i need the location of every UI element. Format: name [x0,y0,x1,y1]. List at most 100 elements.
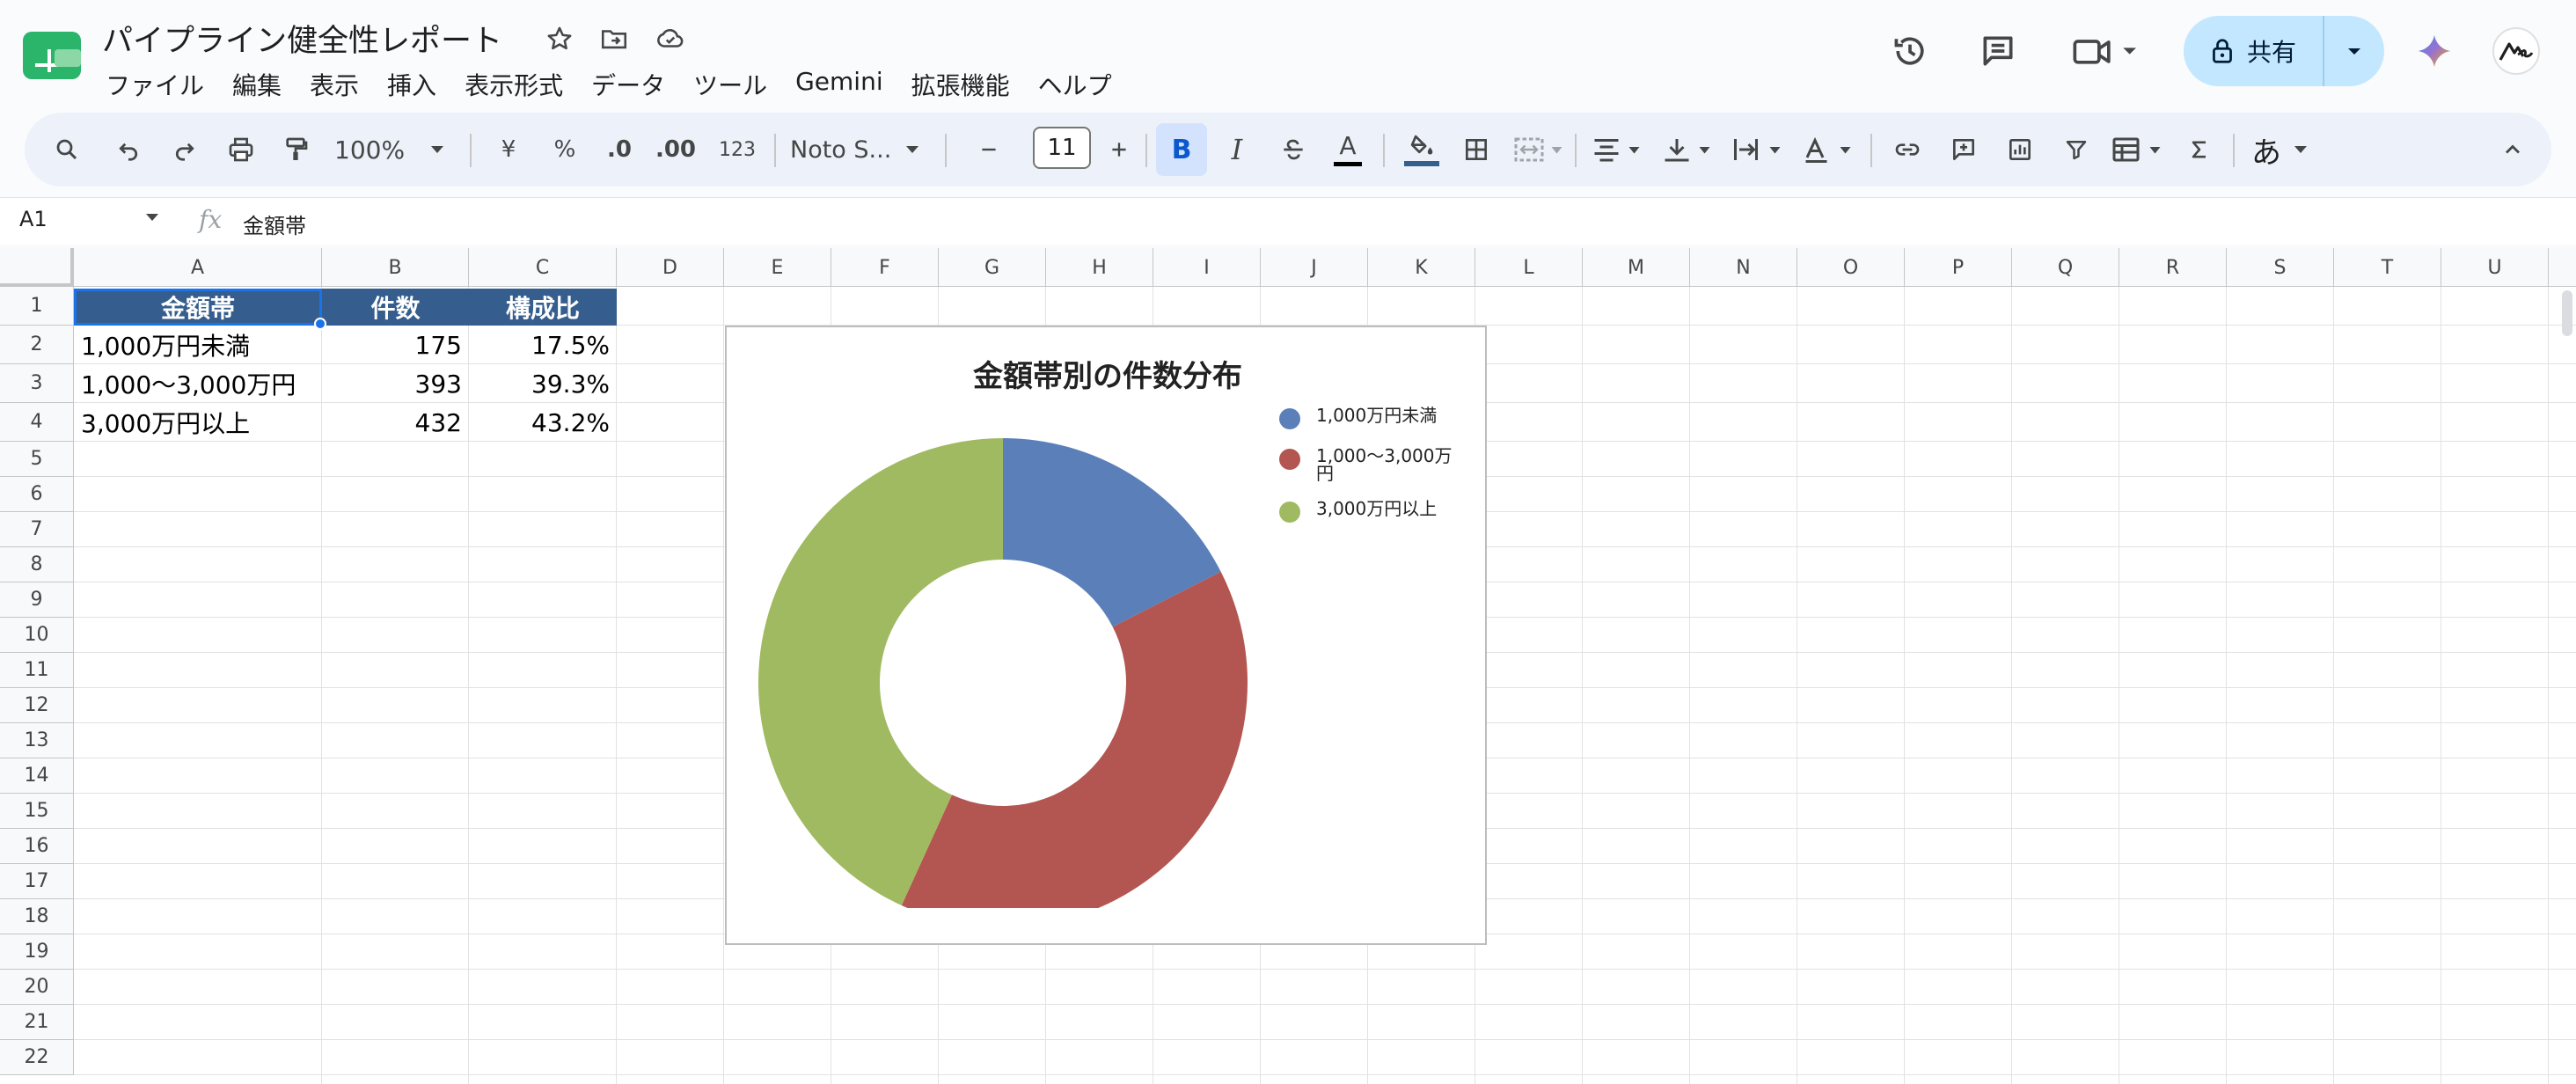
fill-color-icon[interactable] [1397,113,1446,187]
menu-help[interactable]: ヘルプ [1024,63,1126,106]
print-icon[interactable] [218,113,264,187]
zoom-dropdown-icon[interactable] [424,113,450,187]
row-header-5[interactable]: 5 [0,442,74,477]
cell-b3[interactable]: 393 [322,364,469,403]
search-menus-icon[interactable] [44,113,90,187]
column-header-h[interactable]: H [1046,248,1153,287]
zoom-select[interactable]: 100% [334,113,431,187]
donut-chart[interactable]: 金額帯別の件数分布 1,000万円未満 1,000〜3,000万円 3,000万円以… [725,326,1487,945]
version-history-icon[interactable] [1886,25,1934,77]
bold-button[interactable]: B [1156,123,1207,176]
name-box-dropdown-icon[interactable] [143,210,162,227]
legend-item-1[interactable]: 1,000万円未満 [1279,406,1473,429]
row-header-16[interactable]: 16 [0,829,74,864]
column-header-m[interactable]: M [1583,248,1690,287]
font-size-input[interactable]: 11 [1033,127,1091,169]
row-header-9[interactable]: 9 [0,582,74,618]
row-header-1[interactable]: 1 [0,287,74,326]
column-header-c[interactable]: C [469,248,617,287]
filter-views-icon[interactable] [2106,113,2170,187]
column-header-j[interactable]: J [1261,248,1368,287]
column-header-b[interactable]: B [322,248,469,287]
row-header-15[interactable]: 15 [0,794,74,829]
undo-icon[interactable] [106,113,151,187]
borders-icon[interactable] [1453,113,1499,187]
cell-c3[interactable]: 39.3% [469,364,617,403]
cell-a2[interactable]: 1,000万円未満 [74,326,322,364]
column-header-o[interactable]: O [1797,248,1905,287]
column-header-a[interactable]: A [74,248,322,287]
row-header-3[interactable]: 3 [0,364,74,403]
meet-video-icon[interactable] [2067,25,2147,77]
column-header-r[interactable]: R [2119,248,2227,287]
column-header-n[interactable]: N [1690,248,1797,287]
row-header-17[interactable]: 17 [0,864,74,899]
legend-item-3[interactable]: 3,000万円以上 [1279,500,1473,523]
donut-slice-2[interactable] [901,571,1248,908]
cell-c4[interactable]: 43.2% [469,403,617,442]
spreadsheet-grid[interactable]: ABCDEFGHIJKLMNOPQRSTU 1 2 3 4 5 6 7 8 9 10 11 12 13 1… [0,248,2576,1084]
redo-icon[interactable] [162,113,208,187]
sheets-logo-icon[interactable] [23,32,81,79]
font-family-select[interactable]: Noto S... [790,113,896,187]
column-header-k[interactable]: K [1368,248,1475,287]
font-dropdown-icon[interactable] [899,113,926,187]
cell-b4[interactable]: 432 [322,403,469,442]
row-header-13[interactable]: 13 [0,723,74,758]
currency-format-button[interactable]: ¥ [486,113,531,187]
increase-decimal-button[interactable]: .00 [651,113,700,187]
share-button[interactable]: 共有 [2184,16,2384,86]
row-header-6[interactable]: 6 [0,477,74,512]
decrease-font-size-icon[interactable] [966,113,1012,187]
column-header-l[interactable]: L [1475,248,1583,287]
share-main-button[interactable]: 共有 [2184,16,2324,86]
column-header-p[interactable]: P [1905,248,2012,287]
insert-link-icon[interactable] [1884,113,1930,187]
column-header-g[interactable]: G [939,248,1046,287]
comments-icon[interactable] [1974,25,2022,77]
row-header-19[interactable]: 19 [0,934,74,970]
row-header-20[interactable]: 20 [0,970,74,1005]
strikethrough-icon[interactable] [1270,113,1316,187]
menu-edit[interactable]: 編集 [218,63,296,106]
text-wrapping-icon[interactable] [1726,113,1789,187]
more-formats-button[interactable]: 123 [711,113,764,187]
menu-view[interactable]: 表示 [296,63,373,106]
filter-icon[interactable] [2053,113,2099,187]
share-dropdown-button[interactable] [2324,16,2384,86]
select-all-corner[interactable] [0,248,74,287]
legend-item-2[interactable]: 1,000〜3,000万円 [1279,447,1473,482]
column-header-i[interactable]: I [1153,248,1261,287]
menu-file[interactable]: ファイル [91,63,218,106]
row-header-11[interactable]: 11 [0,653,74,688]
insert-comment-icon[interactable] [1941,113,1987,187]
vertical-scrollbar-thumb[interactable] [2562,290,2572,336]
account-avatar[interactable] [2490,25,2543,77]
percent-format-button[interactable]: % [542,113,588,187]
functions-icon[interactable] [2177,113,2222,187]
menu-tools[interactable]: ツール [679,63,781,106]
row-header-4[interactable]: 4 [0,403,74,442]
menu-gemini[interactable]: Gemini [781,63,897,106]
row-header-18[interactable]: 18 [0,899,74,934]
column-header-e[interactable]: E [724,248,831,287]
cell-c2[interactable]: 17.5% [469,326,617,364]
row-header-2[interactable]: 2 [0,326,74,364]
row-header-12[interactable]: 12 [0,688,74,723]
cell-a1[interactable]: 金額帯 [74,289,322,326]
column-header-s[interactable]: S [2227,248,2334,287]
column-header-d[interactable]: D [617,248,724,287]
cell-a3[interactable]: 1,000〜3,000万円 [74,364,322,403]
merge-cells-icon[interactable] [1508,113,1571,187]
text-color-button[interactable]: A [1325,113,1371,187]
column-header-f[interactable]: F [831,248,939,287]
cloud-saved-icon[interactable] [651,19,690,58]
horizontal-align-icon[interactable] [1585,113,1649,187]
menu-format[interactable]: 表示形式 [450,63,577,106]
name-box[interactable]: A1 [19,207,48,231]
star-icon[interactable] [540,19,579,58]
menu-data[interactable]: データ [577,63,679,106]
cell-c1[interactable]: 構成比 [469,289,617,326]
column-header-u[interactable]: U [2441,248,2549,287]
text-rotation-icon[interactable] [1797,113,1860,187]
